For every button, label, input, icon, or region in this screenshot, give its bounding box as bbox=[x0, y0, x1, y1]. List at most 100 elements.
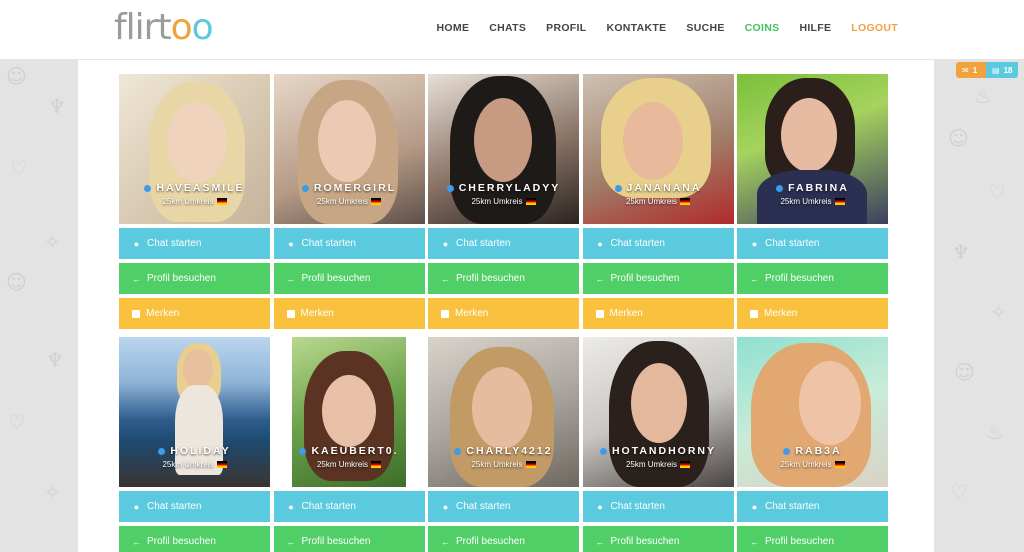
top-header: flirtoo HOME CHATS PROFIL KONTAKTE SUCHE… bbox=[0, 0, 1024, 60]
profile-photo[interactable]: CHARLY4212 25km Umkreis bbox=[428, 337, 579, 487]
bookmark-button[interactable]: Merken bbox=[737, 298, 888, 329]
envelope-icon: ✉ bbox=[962, 65, 969, 75]
profile-photo[interactable]: FABRINA 25km Umkreis bbox=[737, 74, 888, 224]
profile-card: KAEUBERT0. 25km Umkreis ● Chat starten ← P… bbox=[273, 337, 425, 552]
nav-coins[interactable]: COINS bbox=[745, 22, 780, 34]
chat-start-button[interactable]: ● Chat starten bbox=[582, 228, 734, 259]
heart-doodle-icon: ♡ bbox=[10, 156, 28, 180]
messages-badge[interactable]: ✉ 1 bbox=[956, 62, 986, 78]
profile-name: JANANANA bbox=[626, 182, 702, 194]
nav-profil[interactable]: PROFIL bbox=[546, 22, 586, 34]
visitors-badge[interactable]: ▤ 18 bbox=[986, 62, 1018, 78]
speech-bubble-icon: ● bbox=[288, 238, 294, 249]
cocktail-doodle-icon: ♆ bbox=[952, 240, 970, 264]
profile-photo[interactable]: HOLIDAY 25km Umkreis bbox=[119, 337, 270, 487]
germany-flag-icon bbox=[834, 198, 845, 205]
heart-doodle-icon: ♡ bbox=[8, 410, 26, 434]
profile-photo[interactable]: ROMERGIRL 25km Umkreis bbox=[273, 74, 425, 224]
messages-count: 1 bbox=[972, 65, 978, 75]
visit-profile-button[interactable]: ← Profil besuchen bbox=[273, 263, 425, 294]
profile-caption: RAB3A 25km Umkreis bbox=[737, 445, 888, 469]
profile-photo[interactable]: HAVEASMILE 25km Umkreis bbox=[119, 74, 270, 224]
bookmark-button[interactable]: Merken bbox=[582, 298, 734, 329]
chat-start-button[interactable]: ● Chat starten bbox=[428, 491, 579, 522]
profile-photo[interactable]: HOTANDHORNY 25km Umkreis bbox=[582, 337, 734, 487]
online-status-icon bbox=[783, 447, 791, 455]
profile-distance: 25km Umkreis bbox=[625, 460, 678, 469]
profile-photo[interactable]: RAB3A 25km Umkreis bbox=[737, 337, 888, 487]
nav-logout[interactable]: LOGOUT bbox=[851, 22, 898, 34]
nav-kontakte[interactable]: KONTAKTE bbox=[606, 22, 666, 34]
chat-start-button[interactable]: ● Chat starten bbox=[119, 491, 270, 522]
profile-caption: KAEUBERT0. 25km Umkreis bbox=[274, 445, 425, 469]
chat-start-button[interactable]: ● Chat starten bbox=[273, 228, 425, 259]
chat-start-button[interactable]: ● Chat starten bbox=[737, 228, 888, 259]
profile-card: FABRINA 25km Umkreis ● Chat starten ← Prof… bbox=[737, 74, 888, 329]
left-background-pattern: ☺ ♆ ♡ ✧ ☺ ♆ ♡ ✧ bbox=[0, 60, 78, 552]
checkbox-icon bbox=[441, 309, 449, 318]
arrow-left-icon: ← bbox=[750, 536, 759, 547]
visit-profile-button[interactable]: ← Profil besuchen bbox=[119, 526, 270, 552]
profile-distance: 25km Umkreis bbox=[316, 460, 369, 469]
main-nav: HOME CHATS PROFIL KONTAKTE SUCHE COINS H… bbox=[417, 22, 898, 34]
profile-caption: HAVEASMILE 25km Umkreis bbox=[119, 182, 270, 206]
nav-chats[interactable]: CHATS bbox=[489, 22, 526, 34]
profile-photo[interactable]: KAEUBERT0. 25km Umkreis bbox=[273, 337, 425, 487]
flirtoo-logo[interactable]: flirtoo bbox=[114, 7, 214, 48]
logo-text: flirt bbox=[114, 7, 172, 48]
arrow-left-icon: ← bbox=[286, 536, 296, 547]
heart-doodle-icon: ♡ bbox=[988, 180, 1006, 204]
bookmark-button[interactable]: Merken bbox=[428, 298, 579, 329]
online-status-icon bbox=[614, 184, 622, 192]
visit-profile-button[interactable]: ← Profil besuchen bbox=[737, 263, 888, 294]
visit-profile-button[interactable]: ← Profil besuchen bbox=[273, 526, 425, 552]
cocktail-doodle-icon: ♆ bbox=[48, 94, 66, 118]
speech-bubble-icon: ● bbox=[597, 501, 603, 512]
chat-start-button[interactable]: ● Chat starten bbox=[428, 228, 579, 259]
profile-distance: 25km Umkreis bbox=[162, 460, 214, 469]
profile-caption: CHARLY4212 25km Umkreis bbox=[428, 445, 579, 469]
profile-photo[interactable]: CHERRYLADYY 25km Umkreis bbox=[428, 74, 579, 224]
profile-name: HAVEASMILE bbox=[156, 182, 245, 194]
profile-distance: 25km Umkreis bbox=[316, 197, 369, 206]
logo-male-symbol: o bbox=[191, 7, 214, 48]
profile-photo[interactable]: JANANANA 25km Umkreis bbox=[582, 74, 734, 224]
germany-flag-icon bbox=[834, 461, 845, 468]
star-doodle-icon: ✧ bbox=[44, 480, 61, 504]
profile-caption: HOTANDHORNY 25km Umkreis bbox=[583, 445, 734, 469]
smiley-doodle-icon: ☺ bbox=[954, 360, 975, 384]
speech-bubble-icon: ● bbox=[442, 501, 449, 512]
bookmark-button[interactable]: Merken bbox=[273, 298, 425, 329]
chat-start-button[interactable]: ● Chat starten bbox=[737, 491, 888, 522]
visit-profile-button[interactable]: ← Profil besuchen bbox=[119, 263, 270, 294]
visit-profile-button[interactable]: ← Profil besuchen bbox=[582, 263, 734, 294]
nav-hilfe[interactable]: HILFE bbox=[799, 22, 831, 34]
profile-caption: HOLIDAY 25km Umkreis bbox=[119, 445, 270, 469]
profile-name: ROMERGIRL bbox=[313, 182, 397, 194]
arrow-left-icon: ← bbox=[441, 273, 450, 284]
nav-suche[interactable]: SUCHE bbox=[686, 22, 724, 34]
germany-flag-icon bbox=[371, 198, 382, 205]
profile-card: RAB3A 25km Umkreis ● Chat starten ← Profil… bbox=[737, 337, 888, 552]
heart-doodle-icon: ♡ bbox=[950, 480, 968, 504]
profile-name: HOTANDHORNY bbox=[611, 445, 717, 457]
list-icon: ▤ bbox=[992, 65, 1000, 75]
nav-home[interactable]: HOME bbox=[437, 22, 470, 34]
smiley-doodle-icon: ☺ bbox=[6, 64, 27, 88]
visit-profile-button[interactable]: ← Profil besuchen bbox=[582, 526, 734, 552]
right-background-pattern: ♨ ☺ ♡ ♆ ✧ ☺ ♨ ♡ bbox=[934, 60, 1024, 552]
chat-start-button[interactable]: ● Chat starten bbox=[582, 491, 734, 522]
arrow-left-icon: ← bbox=[132, 536, 141, 547]
profile-caption: CHERRYLADYY 25km Umkreis bbox=[428, 182, 579, 206]
visit-profile-button[interactable]: ← Profil besuchen bbox=[428, 526, 579, 552]
profile-name: CHARLY4212 bbox=[466, 445, 553, 457]
bookmark-button[interactable]: Merken bbox=[119, 298, 270, 329]
speech-bubble-icon: ● bbox=[288, 501, 294, 512]
visit-profile-button[interactable]: ← Profil besuchen bbox=[737, 526, 888, 552]
chat-start-button[interactable]: ● Chat starten bbox=[273, 491, 425, 522]
online-status-icon bbox=[158, 447, 166, 455]
chat-start-button[interactable]: ● Chat starten bbox=[119, 228, 270, 259]
germany-flag-icon bbox=[680, 198, 691, 205]
visit-profile-button[interactable]: ← Profil besuchen bbox=[428, 263, 579, 294]
checkbox-icon bbox=[286, 309, 295, 318]
